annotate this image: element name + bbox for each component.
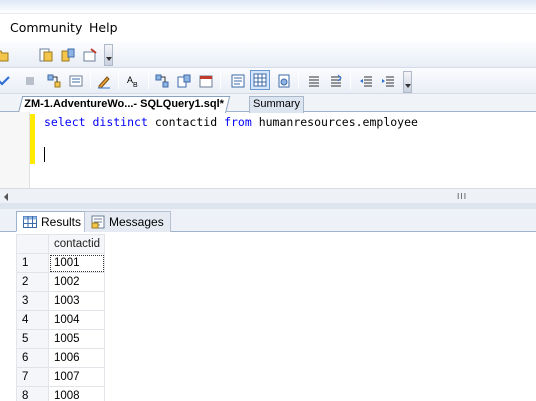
results-to-text-icon[interactable] [196,71,216,91]
tab-summary[interactable]: Summary [249,96,305,113]
include-plan-icon[interactable] [152,71,172,91]
table-row[interactable]: 6 1006 [16,348,105,368]
row-number[interactable]: 7 [16,367,49,387]
keyword-select: select [44,115,86,129]
tab-messages-label: Messages [109,215,164,229]
object-explorer-icon[interactable] [36,45,56,65]
row-number[interactable]: 3 [16,291,49,311]
intellisense-icon[interactable]: AB [124,71,144,91]
toolbar2-overflow-chevron[interactable] [403,71,412,93]
scroll-left-arrow-icon[interactable] [4,193,8,201]
table-row[interactable]: 5 1005 [16,329,105,349]
tab-messages[interactable]: Messages [84,211,171,232]
table-row[interactable]: 8 1008 [16,386,105,401]
results-table: contactid 1 1001 2 1002 3 1003 4 1004 5 1005 6 1006… [16,234,105,401]
query-options-icon[interactable] [66,71,86,91]
increase-indent-icon[interactable] [378,71,398,91]
tab-results[interactable]: Results [16,211,89,232]
editor-horizontal-scrollbar[interactable]: III [0,188,536,203]
design-query-icon[interactable] [94,71,114,91]
tab-results-label: Results [41,214,82,229]
open-file-icon[interactable] [0,45,12,65]
toolbar-overflow-chevron[interactable] [104,44,113,66]
table-row[interactable]: 7 1007 [16,367,105,387]
table-row[interactable]: 4 1004 [16,310,105,330]
display-plan-icon[interactable] [44,71,64,91]
table-row[interactable]: 2 1002 [16,272,105,292]
tab-sqlquery1[interactable]: ZM-1.AdventureWo...- SQLQuery1.sql* [18,96,230,113]
cell-contactid[interactable]: 1006 [48,348,105,368]
decrease-indent-icon[interactable] [356,71,376,91]
menu-community[interactable]: Community [10,20,82,35]
row-number[interactable]: 6 [16,348,49,368]
cell-contactid[interactable]: 1005 [48,329,105,349]
results-tabs: Results Messages [0,209,536,232]
row-number[interactable]: 2 [16,272,49,292]
cancel-query-icon[interactable] [20,71,40,91]
sql-editor-toolbar: AB [0,68,536,94]
grid-corner-cell[interactable] [16,234,49,254]
uncomment-lines-icon[interactable] [326,71,346,91]
keyword-from: from [224,115,252,129]
table-name: humanresources.employee [258,115,418,129]
cell-contactid[interactable]: 1001 [48,253,105,273]
row-number[interactable]: 4 [16,310,49,330]
cell-contactid[interactable]: 1004 [48,310,105,330]
column-header-contactid[interactable]: contactid [48,234,105,254]
keyword-distinct: distinct [92,115,148,129]
menu-bar: Community Help [0,14,536,42]
results-to-grid-icon[interactable] [250,70,270,90]
cell-contactid[interactable]: 1003 [48,291,105,311]
properties-icon[interactable] [80,45,100,65]
document-tabs: ZM-1.AdventureWo...- SQLQuery1.sql* Summ… [0,94,536,113]
window-title-strip [0,0,536,14]
cell-contactid[interactable]: 1002 [48,272,105,292]
table-row[interactable]: 1 1001 [16,253,105,273]
column-name: contactid [154,115,218,129]
standard-toolbar [0,42,536,68]
messages-icon [91,215,105,229]
cell-contactid[interactable]: 1007 [48,367,105,387]
grid-icon [23,215,37,228]
svg-text:B: B [133,82,138,89]
results-grid: contactid 1 1001 2 1002 3 1003 4 1004 5 1005 6 1006… [0,232,536,401]
results-to-text-view-icon[interactable] [228,71,248,91]
results-to-file-icon[interactable] [274,71,294,91]
change-tracking-bar [30,114,35,164]
client-statistics-icon[interactable] [174,71,194,91]
editor-gutter [0,112,30,188]
row-number[interactable]: 5 [16,329,49,349]
menu-help[interactable]: Help [89,20,118,35]
row-number[interactable]: 1 [16,253,49,273]
text-caret [44,147,45,162]
table-row[interactable]: 3 1003 [16,291,105,311]
comment-lines-icon[interactable] [304,71,324,91]
row-number[interactable]: 8 [16,386,49,401]
scrollbar-grip-icon[interactable]: III [457,192,467,201]
registered-servers-icon[interactable] [58,45,78,65]
parse-checkmark-icon[interactable] [0,71,14,91]
cell-contactid[interactable]: 1008 [48,386,105,401]
sql-query-line[interactable]: select distinct contactid from humanreso… [44,115,418,129]
